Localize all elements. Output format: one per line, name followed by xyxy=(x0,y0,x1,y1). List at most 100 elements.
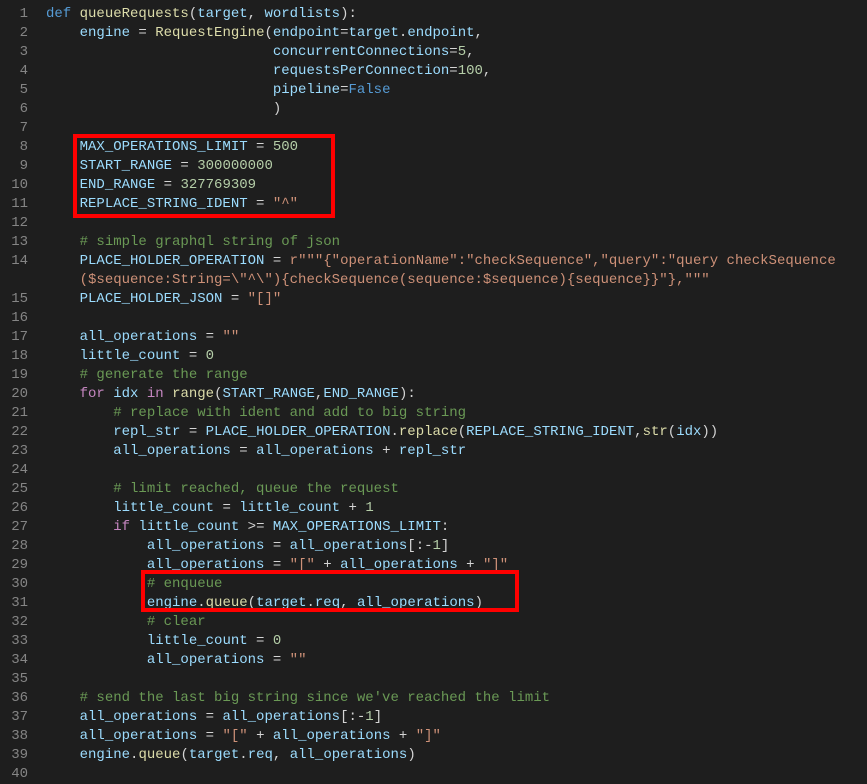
line-number: 18 xyxy=(0,347,28,366)
token-id2: END_RANGE xyxy=(323,386,399,402)
token-pn xyxy=(46,424,113,440)
code-line[interactable]: all_operations = all_operations[:-1] xyxy=(46,537,867,556)
line-number-gutter: 1234567891011121314151617181920212223242… xyxy=(0,5,46,784)
code-line[interactable] xyxy=(46,670,867,689)
code-line[interactable]: # clear xyxy=(46,613,867,632)
line-number: 32 xyxy=(0,613,28,632)
token-pn: : xyxy=(441,519,449,535)
code-line[interactable]: # replace with ident and add to big stri… xyxy=(46,404,867,423)
token-id: requestsPerConnection xyxy=(273,63,449,79)
line-number: 14 xyxy=(0,252,28,271)
code-line[interactable]: little_count = little_count + 1 xyxy=(46,499,867,518)
token-pn: )) xyxy=(701,424,718,440)
code-line[interactable]: all_operations = all_operations[:-1] xyxy=(46,708,867,727)
code-line[interactable]: engine.queue(target.req, all_operations) xyxy=(46,594,867,613)
code-line[interactable]: PLACE_HOLDER_OPERATION = r"""{"operation… xyxy=(46,252,867,271)
token-pn: = xyxy=(449,44,457,60)
line-number: 1 xyxy=(0,5,28,24)
code-line[interactable]: all_operations = "" xyxy=(46,328,867,347)
token-pn: = xyxy=(264,557,289,573)
token-id2: START_RANGE xyxy=(80,158,172,174)
token-pn: ): xyxy=(399,386,416,402)
code-line[interactable]: # send the last big string since we've r… xyxy=(46,689,867,708)
token-pn: + xyxy=(248,728,273,744)
code-line[interactable]: END_RANGE = 327769309 xyxy=(46,176,867,195)
code-line[interactable] xyxy=(46,119,867,138)
line-number: 20 xyxy=(0,385,28,404)
token-pn xyxy=(46,443,113,459)
token-pn: , xyxy=(475,25,483,41)
token-pn xyxy=(46,557,147,573)
code-line[interactable] xyxy=(46,214,867,233)
code-line[interactable]: pipeline=False xyxy=(46,81,867,100)
code-line[interactable]: # enqueue xyxy=(46,575,867,594)
token-kw: if xyxy=(113,519,130,535)
token-pn xyxy=(46,272,80,288)
code-line[interactable]: for idx in range(START_RANGE,END_RANGE): xyxy=(46,385,867,404)
line-number xyxy=(0,271,28,290)
line-number: 9 xyxy=(0,157,28,176)
code-line[interactable]: all_operations = all_operations + repl_s… xyxy=(46,442,867,461)
token-str: "^" xyxy=(273,196,298,212)
token-pn xyxy=(46,747,80,763)
token-pn: = xyxy=(197,728,222,744)
token-pn xyxy=(46,386,80,402)
code-line[interactable]: all_operations = "" xyxy=(46,651,867,670)
code-line[interactable]: little_count = 0 xyxy=(46,347,867,366)
token-str: "[" xyxy=(290,557,315,573)
code-line[interactable]: # limit reached, queue the request xyxy=(46,480,867,499)
token-id: all_operations xyxy=(147,557,265,573)
token-id: target xyxy=(256,595,306,611)
token-id: little_count xyxy=(147,633,248,649)
line-number: 31 xyxy=(0,594,28,613)
token-id: all_operations xyxy=(147,652,265,668)
token-id2: END_RANGE xyxy=(80,177,156,193)
code-line[interactable]: repl_str = PLACE_HOLDER_OPERATION.replac… xyxy=(46,423,867,442)
token-num: 300000000 xyxy=(197,158,273,174)
code-line[interactable]: ) xyxy=(46,100,867,119)
token-kw: in xyxy=(147,386,164,402)
token-pn xyxy=(138,386,146,402)
code-line[interactable] xyxy=(46,461,867,480)
code-line[interactable]: if little_count >= MAX_OPERATIONS_LIMIT: xyxy=(46,518,867,537)
line-number: 10 xyxy=(0,176,28,195)
token-fn: str xyxy=(643,424,668,440)
code-line[interactable]: PLACE_HOLDER_JSON = "[]" xyxy=(46,290,867,309)
token-pn xyxy=(46,614,147,630)
token-pn: [:- xyxy=(407,538,432,554)
token-pn: ( xyxy=(180,747,188,763)
token-pn: = xyxy=(180,348,205,364)
code-line[interactable]: concurrentConnections=5, xyxy=(46,43,867,62)
token-str: "" xyxy=(290,652,307,668)
token-pn: ( xyxy=(668,424,676,440)
code-editor[interactable]: 1234567891011121314151617181920212223242… xyxy=(0,0,867,784)
token-pn xyxy=(46,234,80,250)
token-pn: = xyxy=(231,443,256,459)
code-line[interactable]: def queueRequests(target, wordlists): xyxy=(46,5,867,24)
token-pn: ] xyxy=(374,709,382,725)
code-line[interactable]: all_operations = "[" + all_operations + … xyxy=(46,556,867,575)
code-line[interactable] xyxy=(46,765,867,784)
code-line[interactable]: MAX_OPERATIONS_LIMIT = 500 xyxy=(46,138,867,157)
code-line[interactable]: REPLACE_STRING_IDENT = "^" xyxy=(46,195,867,214)
code-line[interactable]: # generate the range xyxy=(46,366,867,385)
code-line[interactable] xyxy=(46,309,867,328)
code-line[interactable]: engine = RequestEngine(endpoint=target.e… xyxy=(46,24,867,43)
code-line[interactable]: engine.queue(target.req, all_operations) xyxy=(46,746,867,765)
token-pn: , xyxy=(248,6,265,22)
token-id: all_operations xyxy=(357,595,475,611)
token-id: target xyxy=(189,747,239,763)
code-line[interactable]: ($sequence:String=\"^\"){checkSequence(s… xyxy=(46,271,867,290)
code-area[interactable]: def queueRequests(target, wordlists): en… xyxy=(46,5,867,784)
token-pn xyxy=(46,405,113,421)
token-cmt: # send the last big string since we've r… xyxy=(80,690,550,706)
code-line[interactable]: START_RANGE = 300000000 xyxy=(46,157,867,176)
code-line[interactable]: requestsPerConnection=100, xyxy=(46,62,867,81)
line-number: 30 xyxy=(0,575,28,594)
line-number: 27 xyxy=(0,518,28,537)
code-line[interactable]: # simple graphql string of json xyxy=(46,233,867,252)
code-line[interactable]: all_operations = "[" + all_operations + … xyxy=(46,727,867,746)
token-pn: = xyxy=(214,500,239,516)
token-pn: . xyxy=(197,595,205,611)
code-line[interactable]: little_count = 0 xyxy=(46,632,867,651)
